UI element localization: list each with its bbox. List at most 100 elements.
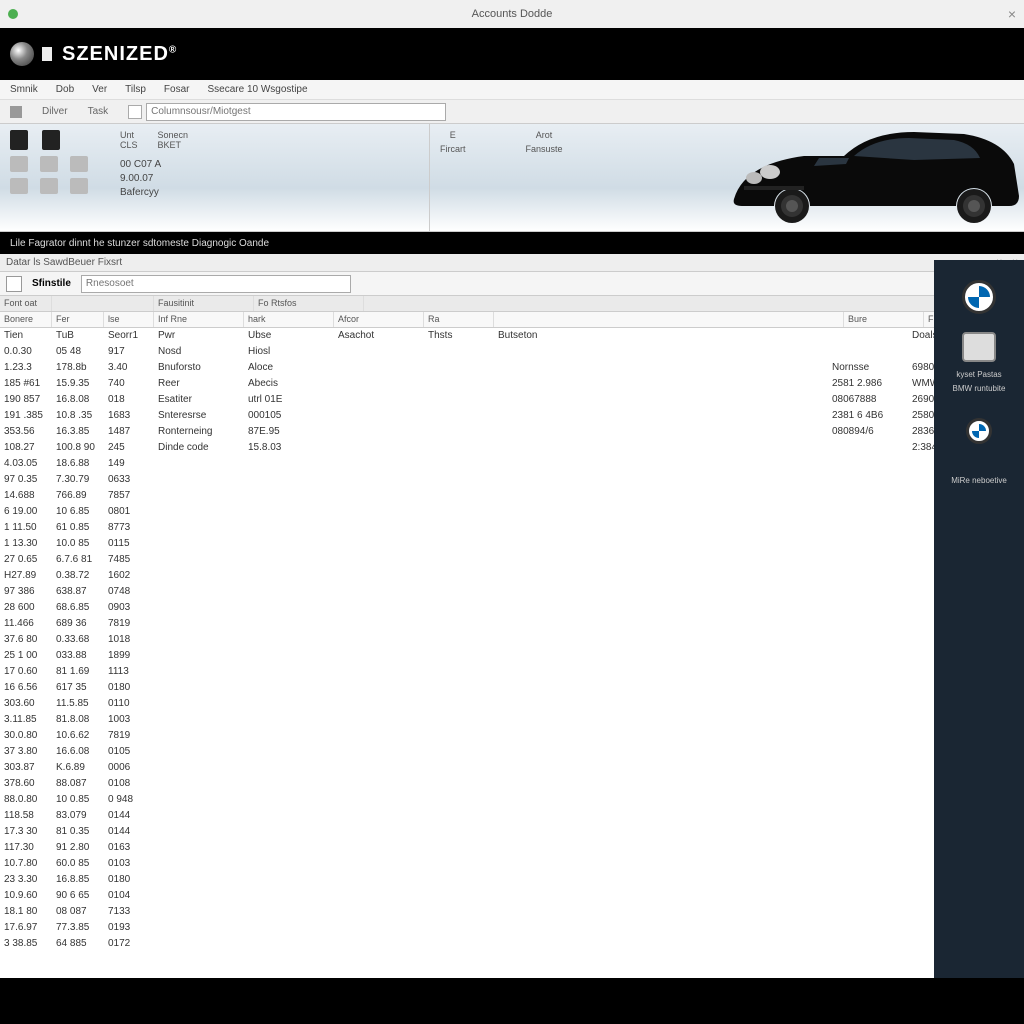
menu-item[interactable]: Fosar — [164, 84, 190, 95]
table-row[interactable]: 353.5616.3.851487Ronterneing87E.95080894… — [0, 424, 1008, 440]
cell: 1487 — [104, 424, 154, 440]
grid-icon[interactable] — [40, 156, 58, 172]
calendar-icon[interactable] — [128, 105, 142, 119]
table-row[interactable]: 10.9.6090 6 650104 — [0, 888, 1008, 904]
cell — [244, 744, 334, 760]
cell — [828, 488, 908, 504]
table-row[interactable]: 6 19.0010 6.850801 — [0, 504, 1008, 520]
table-row[interactable]: 16 6.56617 350180 — [0, 680, 1008, 696]
col-head[interactable]: Inf Rne — [154, 312, 244, 327]
grid-icon[interactable] — [70, 178, 88, 194]
table-row[interactable]: 23 3.3016.8.850180 — [0, 872, 1008, 888]
col-head[interactable]: Afcor — [334, 312, 424, 327]
table-row[interactable]: 303.6011.5.850110 — [0, 696, 1008, 712]
bmw-logo-icon[interactable] — [966, 418, 992, 444]
cell — [154, 504, 244, 520]
table-row[interactable]: 1.23.3178.8b3.40BnuforstoAloceNornsse698… — [0, 360, 1008, 376]
col-head[interactable]: hark — [244, 312, 334, 327]
table-row[interactable]: 10.7.8060.0 850103 — [0, 856, 1008, 872]
device-icon[interactable] — [42, 130, 60, 150]
table-row[interactable]: 117.3091 2.800163 — [0, 840, 1008, 856]
bmw-logo-icon[interactable] — [962, 280, 996, 314]
grid-icon[interactable] — [10, 156, 28, 172]
table-row[interactable]: 378.6088.0870108 — [0, 776, 1008, 792]
cell: 033.88 — [52, 648, 104, 664]
table-row[interactable]: 17.6.9777.3.850193 — [0, 920, 1008, 936]
table-row[interactable]: 0.0.3005 48917NosdHiosl — [0, 344, 1008, 360]
col-group[interactable]: Fausitinit — [154, 296, 254, 311]
table-row[interactable]: 3.11.8581.8.081003 — [0, 712, 1008, 728]
table-row[interactable]: 28 60068.6.850903 — [0, 600, 1008, 616]
table-row[interactable]: 97 386638.870748 — [0, 584, 1008, 600]
table-row[interactable]: 11.466689 367819 — [0, 616, 1008, 632]
monitor-icon[interactable] — [962, 332, 996, 362]
cell: 88.0.80 — [0, 792, 52, 808]
cell: 000105 — [244, 408, 334, 424]
grid-icon[interactable] — [40, 178, 58, 194]
cell: 178.8b — [52, 360, 104, 376]
search-input[interactable] — [146, 103, 446, 121]
cell: 17.3 30 — [0, 824, 52, 840]
cell: 185 #61 — [0, 376, 52, 392]
table-row[interactable]: 190 85716.8.08018Esatiterutrl 01E0806788… — [0, 392, 1008, 408]
menu-item[interactable]: Tilsp — [125, 84, 146, 95]
cell — [244, 472, 334, 488]
table-row[interactable]: 4.03.0518.6.88149 — [0, 456, 1008, 472]
cell — [244, 680, 334, 696]
col-head[interactable]: Ra — [424, 312, 494, 327]
tool-button-icon[interactable] — [6, 276, 22, 292]
window-close-icon[interactable]: × — [1008, 6, 1016, 22]
cell — [154, 648, 244, 664]
cell: 1 13.30 — [0, 536, 52, 552]
col-head[interactable]: Bure — [844, 312, 924, 327]
table-row[interactable]: 118.5883.0790144 — [0, 808, 1008, 824]
table-row[interactable]: 25 1 00033.881899 — [0, 648, 1008, 664]
cell: 8773 — [104, 520, 154, 536]
cell: 7.30.79 — [52, 472, 104, 488]
col-group[interactable]: Fo Rtsfos — [254, 296, 364, 311]
table-row[interactable]: 18.1 8008 0877133 — [0, 904, 1008, 920]
table-row[interactable]: 14.688766.897857 — [0, 488, 1008, 504]
cell: 378.60 — [0, 776, 52, 792]
table-row[interactable]: 37 3.8016.6.080105 — [0, 744, 1008, 760]
table-row[interactable]: 17.3 3081 0.350144 — [0, 824, 1008, 840]
table-row[interactable]: 3 38.8564 8850172 — [0, 936, 1008, 948]
col-head[interactable]: lse — [104, 312, 154, 327]
cell — [244, 936, 334, 948]
cell: 2581 2.986 — [828, 376, 908, 392]
menu-item[interactable]: Smnik — [10, 84, 38, 95]
table-row[interactable]: 30.0.8010.6.627819 — [0, 728, 1008, 744]
cell: 0172 — [104, 936, 154, 948]
menu-item[interactable]: Ver — [92, 84, 107, 95]
col-group[interactable] — [52, 296, 154, 311]
grid-icon[interactable] — [70, 156, 88, 172]
cell: 10.9.60 — [0, 888, 52, 904]
table-row[interactable]: 185 #6115.9.35740ReerAbecis2581 2.986WMW… — [0, 376, 1008, 392]
table-row[interactable]: H27.890.38.721602 — [0, 568, 1008, 584]
menu-item[interactable]: Dob — [56, 84, 74, 95]
menu-item[interactable]: Ssecare 10 Wsgostipe — [207, 84, 307, 95]
col-head[interactable]: Bonere — [0, 312, 52, 327]
table-row[interactable]: 17 0.6081 1.691113 — [0, 664, 1008, 680]
device-icon[interactable] — [10, 130, 28, 150]
cell — [828, 648, 908, 664]
cell: 1683 — [104, 408, 154, 424]
toolbar-icon[interactable] — [10, 106, 22, 118]
toolbar-label: Task — [88, 106, 109, 117]
table-row[interactable]: 108.27100.8 90245Dinde code15.8.032:3840… — [0, 440, 1008, 456]
table-row[interactable]: 1 11.5061 0.858773 — [0, 520, 1008, 536]
cell: 7819 — [104, 616, 154, 632]
table-row[interactable]: 37.6 800.33.681018 — [0, 632, 1008, 648]
col-head[interactable]: Fer — [52, 312, 104, 327]
col-group[interactable]: Font oat — [0, 296, 52, 311]
filter-input[interactable] — [81, 275, 351, 293]
cell: Nosd — [154, 344, 244, 360]
cell: 16 6.56 — [0, 680, 52, 696]
table-row[interactable]: 303.87K.6.890006 — [0, 760, 1008, 776]
table-row[interactable]: 27 0.656.7.6 817485 — [0, 552, 1008, 568]
table-row[interactable]: 97 0.357.30.790633 — [0, 472, 1008, 488]
grid-icon[interactable] — [10, 178, 28, 194]
table-row[interactable]: 88.0.8010 0.850 948 — [0, 792, 1008, 808]
table-row[interactable]: 1 13.3010.0 850115 — [0, 536, 1008, 552]
table-row[interactable]: 191 .38510.8 .351683Snteresrse0001052381… — [0, 408, 1008, 424]
